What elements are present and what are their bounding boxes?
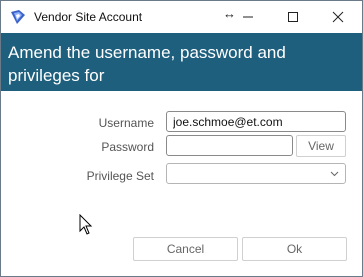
chevron-down-icon (330, 171, 339, 177)
close-icon (332, 11, 344, 23)
close-button[interactable] (318, 1, 358, 33)
password-label: Password (101, 140, 154, 154)
instruction-banner: Amend the username, password and privile… (1, 33, 362, 91)
window-title: Vendor Site Account (34, 10, 143, 24)
vendor-shield-icon (11, 10, 25, 24)
minimize-icon (243, 16, 253, 18)
title-bar[interactable]: Vendor Site Account ↔ (1, 1, 362, 33)
username-input[interactable] (166, 111, 346, 132)
cancel-button[interactable]: Cancel (133, 237, 238, 261)
maximize-button[interactable] (273, 1, 313, 33)
view-password-button[interactable]: View (296, 135, 346, 157)
username-label: Username (98, 116, 154, 130)
ok-button[interactable]: Ok (242, 237, 347, 261)
password-input[interactable] (166, 135, 293, 156)
mouse-cursor-icon (79, 214, 93, 235)
maximize-icon (288, 12, 298, 22)
dialog-window: Vendor Site Account ↔ Amend the username… (0, 0, 363, 277)
privilege-set-select[interactable] (166, 163, 346, 184)
privilege-set-label: Privilege Set (86, 169, 154, 183)
minimize-button[interactable] (228, 1, 268, 33)
